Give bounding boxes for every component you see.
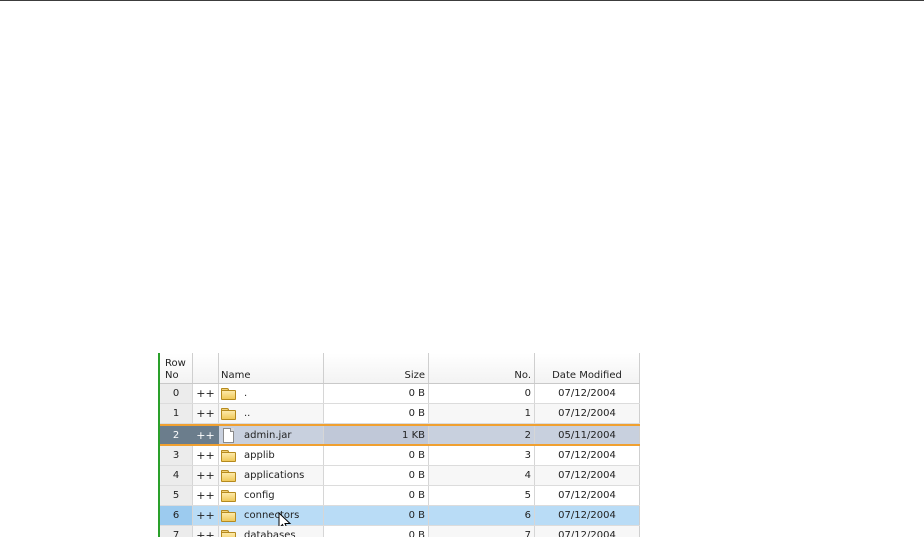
- file-grid[interactable]: Row No Name Size No. Date Modified 0 ++ …: [158, 353, 640, 537]
- size-cell[interactable]: 0 B: [324, 404, 429, 423]
- grid-header: Row No Name Size No. Date Modified: [160, 353, 640, 384]
- row-number: 6: [160, 506, 193, 525]
- size-cell[interactable]: 0 B: [324, 446, 429, 465]
- table-row[interactable]: 4 ++ applications 0 B 4 07/12/2004: [160, 466, 640, 486]
- column-header-no[interactable]: No.: [429, 353, 535, 383]
- row-number: 4: [160, 466, 193, 485]
- date-cell[interactable]: 07/12/2004: [535, 404, 640, 423]
- table-row[interactable]: 5 ++ config 0 B 5 07/12/2004: [160, 486, 640, 506]
- folder-icon: [221, 489, 236, 502]
- table-row[interactable]: 7 ++ databases 0 B 7 07/12/2004: [160, 526, 640, 537]
- table-row-selected[interactable]: 2 ++ admin.jar 1 KB 2 05/11/2004: [160, 424, 640, 446]
- name-cell[interactable]: connectors: [219, 506, 324, 532]
- expand-toggle[interactable]: ++: [193, 446, 219, 465]
- row-number: 3: [160, 446, 193, 465]
- expand-toggle[interactable]: ++: [193, 526, 219, 537]
- name-cell[interactable]: config: [219, 486, 324, 505]
- column-header-size[interactable]: Size: [324, 353, 429, 383]
- column-header-name[interactable]: Name: [219, 353, 324, 383]
- folder-icon: [221, 529, 236, 537]
- size-cell[interactable]: 0 B: [324, 384, 429, 403]
- date-cell[interactable]: 07/12/2004: [535, 506, 640, 525]
- name-cell[interactable]: ..: [219, 404, 324, 423]
- expand-toggle[interactable]: ++: [193, 466, 219, 485]
- size-cell[interactable]: 0 B: [324, 486, 429, 505]
- column-header-date-modified[interactable]: Date Modified: [535, 353, 640, 383]
- folder-icon: [221, 407, 236, 420]
- no-cell[interactable]: 3: [429, 446, 535, 465]
- no-cell[interactable]: 7: [429, 526, 535, 537]
- row-no-header-label: Row No: [165, 358, 186, 381]
- table-row[interactable]: 1 ++ .. 0 B 1 07/12/2004: [160, 404, 640, 424]
- folder-icon: [221, 449, 236, 462]
- size-cell[interactable]: 1 KB: [324, 426, 429, 444]
- no-cell[interactable]: 0: [429, 384, 535, 403]
- row-number: 7: [160, 526, 193, 537]
- expand-toggle[interactable]: ++: [193, 384, 219, 403]
- expand-toggle[interactable]: ++: [193, 506, 219, 525]
- file-icon: [221, 428, 236, 443]
- date-cell[interactable]: 07/12/2004: [535, 526, 640, 537]
- no-cell[interactable]: 2: [429, 426, 535, 444]
- top-rule: [0, 0, 924, 1]
- expand-toggle[interactable]: ++: [193, 486, 219, 505]
- date-cell[interactable]: 07/12/2004: [535, 466, 640, 485]
- row-number: 5: [160, 486, 193, 505]
- date-cell[interactable]: 07/12/2004: [535, 446, 640, 465]
- name-cell[interactable]: admin.jar: [219, 426, 324, 444]
- column-header-row-no[interactable]: Row No: [160, 353, 193, 383]
- expand-toggle[interactable]: ++: [193, 404, 219, 423]
- column-header-expander[interactable]: [193, 353, 219, 383]
- row-number: 2: [160, 426, 193, 444]
- no-cell[interactable]: 1: [429, 404, 535, 423]
- name-cell[interactable]: applib: [219, 446, 324, 465]
- name-cell[interactable]: .: [219, 384, 324, 403]
- row-number: 1: [160, 404, 193, 423]
- date-cell[interactable]: 05/11/2004: [535, 426, 640, 444]
- folder-icon: [221, 509, 236, 522]
- size-cell[interactable]: 0 B: [324, 506, 429, 525]
- expand-toggle[interactable]: ++: [193, 426, 219, 444]
- name-cell[interactable]: databases: [219, 526, 324, 537]
- table-row[interactable]: 0 ++ . 0 B 0 07/12/2004: [160, 384, 640, 404]
- folder-icon: [221, 387, 236, 400]
- no-cell[interactable]: 5: [429, 486, 535, 505]
- size-cell[interactable]: 0 B: [324, 526, 429, 537]
- no-cell[interactable]: 6: [429, 506, 535, 525]
- table-row-hovered[interactable]: 6 ++ connectors 0 B 6 07/12/2004: [160, 506, 640, 532]
- size-cell[interactable]: 0 B: [324, 466, 429, 485]
- table-row[interactable]: 3 ++ applib 0 B 3 07/12/2004: [160, 446, 640, 466]
- folder-icon: [221, 469, 236, 482]
- no-cell[interactable]: 4: [429, 466, 535, 485]
- date-cell[interactable]: 07/12/2004: [535, 486, 640, 505]
- name-cell[interactable]: applications: [219, 466, 324, 485]
- row-number: 0: [160, 384, 193, 403]
- date-cell[interactable]: 07/12/2004: [535, 384, 640, 403]
